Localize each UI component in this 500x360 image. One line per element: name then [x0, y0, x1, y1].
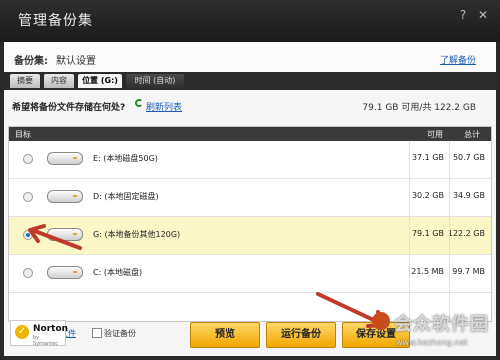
column-divider: [409, 141, 410, 321]
verify-backup-checkbox[interactable]: [92, 328, 102, 338]
drive-radio[interactable]: [23, 268, 33, 278]
hard-drive-icon: [47, 228, 83, 241]
capacity-summary: 79.1 GB 可用/共 122.2 GB: [362, 103, 476, 113]
brand-name: Norton: [33, 324, 69, 334]
drive-available: 79.1 GB: [411, 229, 444, 238]
watermark-text: 会众软件园: [394, 314, 489, 335]
drive-name: D: (本地固定磁盘): [93, 192, 159, 201]
tab-location[interactable]: 位置 (G:): [78, 74, 122, 88]
header-total: 总计: [464, 130, 480, 139]
brand-sub: by Symantec: [33, 335, 59, 347]
table-row[interactable]: D: (本地固定磁盘) 30.2 GB 34.9 GB: [9, 179, 491, 217]
tab-summary[interactable]: 摘要: [10, 74, 40, 88]
refresh-icon[interactable]: [135, 99, 143, 107]
drive-available: 37.1 GB: [411, 153, 444, 162]
drive-radio[interactable]: [23, 154, 33, 164]
column-divider: [449, 141, 450, 321]
tab-schedule[interactable]: 时间 (自动): [126, 74, 184, 88]
tab-bar: 摘要 内容 位置 (G:) 时间 (自动): [4, 72, 496, 90]
location-question: 希望将备份文件存储在何处?: [12, 103, 126, 113]
help-icon[interactable]: ?: [456, 8, 470, 22]
checkmark-icon: ✓: [15, 325, 29, 339]
refresh-list-link[interactable]: 刷新列表: [146, 100, 182, 113]
site-watermark: 会众软件园 www.hezhong.net: [372, 308, 496, 356]
header-available: 可用: [427, 130, 443, 139]
title-bar: 管理备份集 ? ✕: [0, 0, 500, 42]
hard-drive-icon: [47, 190, 83, 203]
preview-button[interactable]: 预览: [190, 322, 260, 348]
drive-total: 34.9 GB: [452, 191, 485, 200]
drive-radio[interactable]: [23, 230, 33, 240]
table-row[interactable]: C: (本地磁盘) 21.5 MB 99.7 MB: [9, 255, 491, 293]
verify-backup-label: 验证备份: [104, 329, 136, 338]
hard-drive-icon: [47, 266, 83, 279]
window-title: 管理备份集: [18, 13, 93, 29]
backup-set-row: 备份集: 默认设置 了解备份: [4, 42, 496, 72]
header-target: 目标: [15, 130, 31, 139]
backup-set-value[interactable]: 默认设置: [56, 52, 96, 67]
drive-available: 21.5 MB: [411, 267, 444, 276]
table-row[interactable]: E: (本地磁盘50G) 37.1 GB 50.7 GB: [9, 141, 491, 179]
backup-set-label: 备份集:: [14, 56, 48, 67]
drive-name: E: (本地磁盘50G): [93, 154, 158, 163]
table-row[interactable]: G: (本地备份其他120G) 79.1 GB 122.2 GB: [9, 217, 491, 255]
tab-content[interactable]: 内容: [44, 74, 74, 88]
learn-backup-link[interactable]: 了解备份: [440, 53, 476, 66]
drive-name: C: (本地磁盘): [93, 268, 143, 277]
drive-radio[interactable]: [23, 192, 33, 202]
close-icon[interactable]: ✕: [476, 8, 490, 22]
drive-total: 122.2 GB: [447, 229, 485, 238]
norton-logo: ✓ Norton by Symantec: [10, 320, 69, 347]
drive-total: 50.7 GB: [452, 153, 485, 162]
drive-name: G: (本地备份其他120G): [93, 230, 181, 239]
watermark-logo-icon: [372, 312, 390, 330]
watermark-url: www.hezhong.net: [396, 338, 468, 347]
table-header: 目标 可用 总计: [9, 127, 491, 141]
drive-available: 30.2 GB: [411, 191, 444, 200]
destination-table: 目标 可用 总计 E: (本地磁盘50G) 37.1 GB 50.7 GB D:…: [8, 126, 492, 322]
hard-drive-icon: [47, 152, 83, 165]
drive-total: 99.7 MB: [452, 267, 485, 276]
run-backup-button[interactable]: 运行备份: [266, 322, 336, 348]
